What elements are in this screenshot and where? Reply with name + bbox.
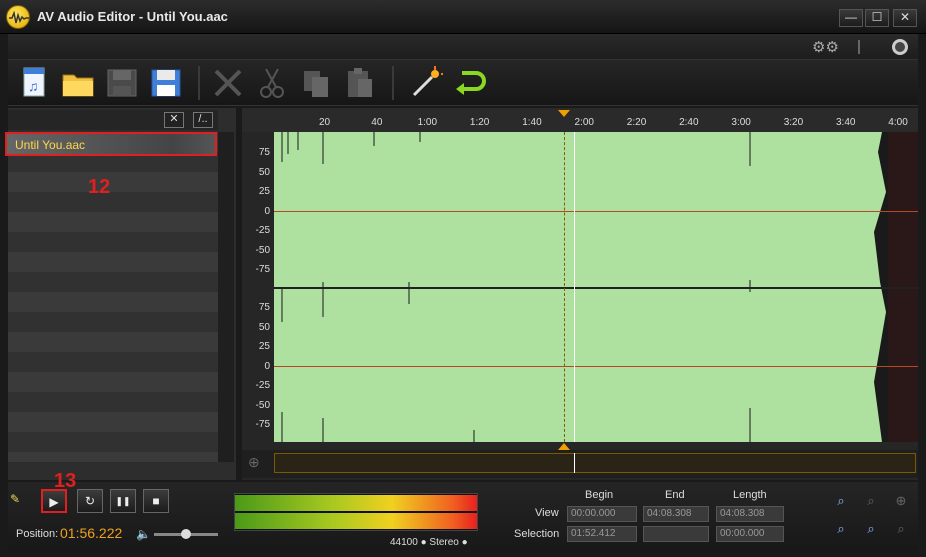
- close-button[interactable]: ✕: [893, 9, 917, 27]
- position-value: 01:56.222: [60, 525, 123, 541]
- ruler-tick-label: 20: [319, 117, 331, 128]
- toolbar-separator: [392, 66, 394, 100]
- zoom-fit-icon[interactable]: ⊕: [248, 454, 260, 471]
- pencil-icon[interactable]: ✎: [10, 492, 20, 506]
- selection-length-field[interactable]: 00:00.000: [716, 526, 784, 542]
- open-folder-icon[interactable]: [60, 65, 96, 101]
- window-title: AV Audio Editor - Until You.aac: [37, 9, 228, 24]
- ruler-tick-label: 2:00: [574, 117, 594, 128]
- menu-separator: [858, 40, 860, 54]
- amplitude-scale-label: 50: [258, 166, 270, 178]
- ruler-tick-label: 40: [371, 117, 383, 128]
- copy-disabled-icon: [298, 65, 334, 101]
- play-button[interactable]: ▶: [41, 489, 67, 513]
- save-as-icon[interactable]: [148, 65, 184, 101]
- selection-label: Selection: [514, 528, 560, 540]
- amplitude-scale-label: -25: [255, 380, 270, 391]
- level-meter-right: [235, 513, 477, 529]
- selection-end-field[interactable]: [643, 526, 709, 542]
- selection-begin-field[interactable]: 01:52.412: [567, 526, 637, 542]
- channel-separator: [274, 287, 918, 289]
- ruler-tick-label: 2:40: [679, 117, 699, 128]
- zoom-to-selection-icon[interactable]: ⌕: [830, 490, 852, 512]
- cut-disabled-icon: [254, 65, 290, 101]
- ruler-tick-label: 2:20: [626, 117, 647, 128]
- overview-cursor: [574, 453, 575, 473]
- volume-icon[interactable]: 🔈: [136, 527, 151, 541]
- save-disabled-icon: [104, 65, 140, 101]
- ruler-tick-label: 4:00: [888, 117, 908, 128]
- ruler-tick-label: 1:40: [522, 117, 542, 128]
- stop-button[interactable]: ■: [143, 489, 169, 513]
- file-panel-header: [8, 110, 218, 130]
- amplitude-scale-label: 75: [258, 302, 270, 313]
- amplitude-scale-label: 0: [264, 360, 270, 372]
- zoom-reset-vertical-icon: ⌕: [897, 521, 905, 536]
- zoom-out-vertical-icon[interactable]: ⌕: [860, 518, 882, 540]
- magic-wand-icon[interactable]: [408, 65, 444, 101]
- browse-button[interactable]: /..: [193, 112, 213, 128]
- amplitude-scale-label: 0: [264, 205, 270, 217]
- amplitude-scale-label: -50: [255, 244, 270, 256]
- selection-cursor[interactable]: [574, 132, 575, 442]
- amplitude-scale-label: 50: [258, 321, 270, 333]
- ruler-tick-label: 3:00: [731, 117, 751, 128]
- view-label: View: [535, 507, 559, 519]
- paste-disabled-icon: [342, 65, 378, 101]
- overview-track[interactable]: [274, 453, 916, 473]
- ruler-tick-label: 1:20: [469, 117, 490, 128]
- file-item-until-you[interactable]: Until You.aac: [5, 132, 217, 156]
- position-marker-bottom[interactable]: [558, 443, 570, 450]
- ruler-tick-label: 3:40: [836, 117, 856, 128]
- toolbar-separator: [198, 66, 200, 100]
- delete-disabled-icon: [210, 65, 246, 101]
- amplitude-scale-label: -50: [255, 399, 270, 411]
- new-file-icon[interactable]: ♫: [16, 65, 52, 101]
- view-end-field[interactable]: 04:08.308: [643, 506, 709, 522]
- view-length-field[interactable]: 04:08.308: [716, 506, 784, 522]
- amplitude-scale-label: 25: [258, 341, 270, 352]
- zoom-in-vertical-icon[interactable]: ⌕: [830, 518, 852, 540]
- end-header: End: [665, 489, 685, 501]
- position-label: Position:: [16, 528, 59, 540]
- length-header: Length: [733, 489, 767, 501]
- remove-file-button[interactable]: ✕: [164, 112, 184, 128]
- zoom-out-horizontal-icon: ⌕: [867, 493, 875, 508]
- svg-text:♫: ♫: [28, 78, 39, 94]
- view-begin-field[interactable]: 00:00.000: [567, 506, 637, 522]
- amplitude-scale-label: 75: [258, 147, 270, 158]
- annotation-label-12: 12: [88, 176, 111, 198]
- volume-slider-knob[interactable]: [181, 529, 191, 539]
- undo-icon[interactable]: [452, 65, 488, 101]
- ruler-tick-label: 1:00: [417, 117, 438, 128]
- loop-button[interactable]: ↻: [77, 489, 103, 513]
- zero-line-top-channel: [274, 211, 918, 212]
- amplitude-scale-label: -75: [255, 264, 270, 275]
- zoom-all-icon: ⊕: [895, 493, 907, 508]
- app-logo-icon: [6, 5, 30, 29]
- minimize-button[interactable]: —: [839, 9, 863, 27]
- audio-format-info: 44100 ● Stereo ●: [390, 537, 468, 548]
- pause-button[interactable]: ❚❚: [110, 489, 136, 513]
- settings-gear-icon[interactable]: ⚙⚙: [812, 38, 839, 56]
- menu-strip: [8, 34, 918, 60]
- ruler-tick-label: 3:20: [783, 117, 804, 128]
- playback-cursor[interactable]: [564, 132, 565, 442]
- file-list: [8, 132, 218, 462]
- maximize-button[interactable]: ☐: [865, 9, 889, 27]
- level-meter-left: [235, 495, 477, 511]
- amplitude-scale-label: -25: [255, 225, 270, 236]
- begin-header: Begin: [585, 489, 614, 501]
- file-list-scrollbar[interactable]: [218, 132, 234, 462]
- position-marker-top[interactable]: [558, 110, 570, 117]
- amplitude-scale-label: 25: [258, 186, 270, 197]
- zero-line-bottom-channel: [274, 366, 918, 367]
- amplitude-scale-label: -75: [255, 419, 270, 430]
- power-icon[interactable]: [892, 39, 908, 55]
